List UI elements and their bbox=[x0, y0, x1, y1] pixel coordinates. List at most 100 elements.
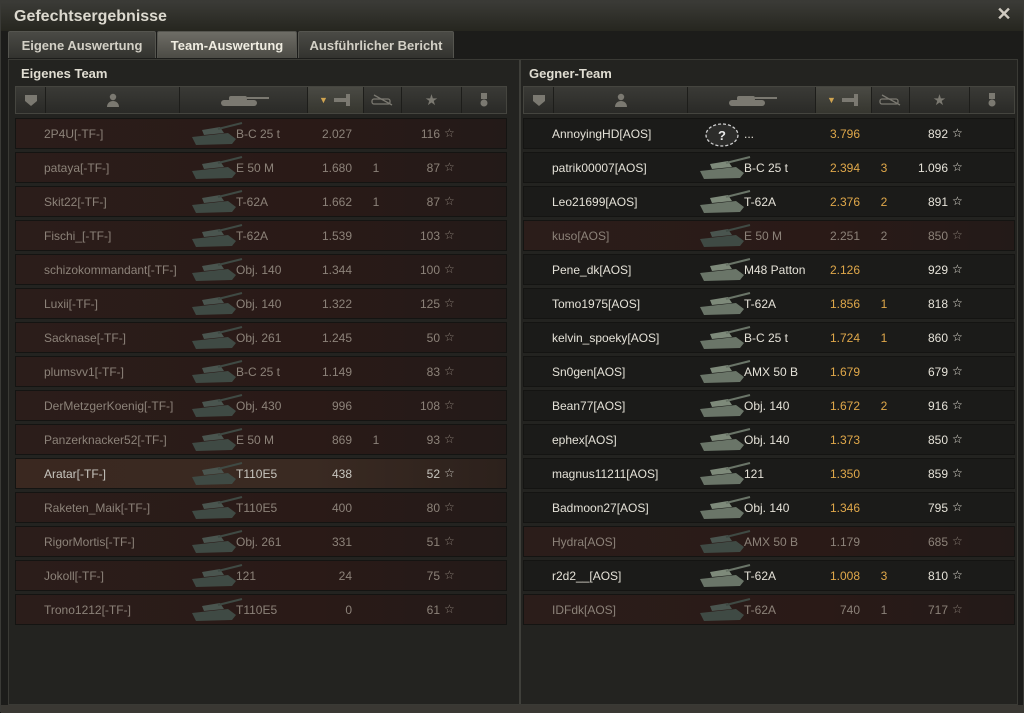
xp-value: 717 bbox=[927, 603, 948, 617]
player-name: Sn0gen[AOS] bbox=[552, 365, 626, 379]
tank-name: T-62A bbox=[236, 229, 269, 243]
player-row[interactable]: schizokommandant[-TF-] Obj. 140 1.344 100 ☆ bbox=[15, 254, 507, 285]
player-row[interactable]: 2P4U[-TF-] B-C 25 t 2.027 116 ☆ bbox=[15, 118, 507, 149]
team-results-content: Eigenes Team ▼ ★ 2P4U[-TF-] B-C 25 t 2.0… bbox=[8, 59, 1018, 705]
tab-ausfuehrlicher-bericht[interactable]: Ausführlicher Bericht bbox=[298, 31, 454, 58]
player-row[interactable]: kuso[AOS] E 50 M 2.251 2 850 ☆ bbox=[523, 220, 1015, 251]
xp-value: 87 bbox=[426, 195, 440, 209]
damage-value: 1.322 bbox=[321, 297, 352, 311]
enemy-team-header: ▼ ★ bbox=[523, 86, 1015, 114]
xp-star-icon: ☆ bbox=[952, 534, 963, 548]
xp-star-icon[interactable]: ★ bbox=[402, 87, 462, 113]
player-name: Luxii[-TF-] bbox=[44, 297, 98, 311]
damage-value: 2.251 bbox=[829, 229, 860, 243]
damage-value: 740 bbox=[839, 603, 860, 617]
player-row[interactable]: Hydra[AOS] AMX 50 B 1.179 685 ☆ bbox=[523, 526, 1015, 557]
xp-star-icon: ☆ bbox=[952, 262, 963, 276]
player-row[interactable]: pataya[-TF-] E 50 M 1.680 1 87 ☆ bbox=[15, 152, 507, 183]
player-name: magnus11211[AOS] bbox=[552, 467, 659, 481]
player-row[interactable]: RigorMortis[-TF-] Obj. 261 331 51 ☆ bbox=[15, 526, 507, 557]
damage-value: 400 bbox=[331, 501, 352, 515]
player-row[interactable]: Bean77[AOS] Obj. 140 1.672 2 916 ☆ bbox=[523, 390, 1015, 421]
player-row[interactable]: kelvin_spoeky[AOS] B-C 25 t 1.724 1 860 ☆ bbox=[523, 322, 1015, 353]
player-row[interactable]: Tomo1975[AOS] T-62A 1.856 1 818 ☆ bbox=[523, 288, 1015, 319]
player-row[interactable]: Aratar[-TF-] T110E5 438 52 ☆ bbox=[15, 458, 507, 489]
player-icon[interactable] bbox=[46, 87, 180, 113]
tab-team-auswertung[interactable]: Team-Auswertung bbox=[157, 31, 297, 58]
kills-value: 3 bbox=[880, 161, 888, 175]
player-name: AnnoyingHD[AOS] bbox=[552, 127, 652, 141]
damage-value: 331 bbox=[331, 535, 352, 549]
player-row[interactable]: Trono1212[-TF-] T110E5 0 61 ☆ bbox=[15, 594, 507, 625]
kills-value: 2 bbox=[880, 195, 888, 209]
player-row[interactable]: Skit22[-TF-] T-62A 1.662 1 87 ☆ bbox=[15, 186, 507, 217]
tank-name: T-62A bbox=[744, 297, 777, 311]
kills-value: 1 bbox=[372, 433, 380, 447]
player-row[interactable]: AnnoyingHD[AOS]?... 3.796 892 ☆ bbox=[523, 118, 1015, 149]
damage-value: 2.027 bbox=[321, 127, 352, 141]
player-row[interactable]: r2d2__[AOS] T-62A 1.008 3 810 ☆ bbox=[523, 560, 1015, 591]
platoon-icon[interactable] bbox=[16, 87, 46, 113]
damage-value: 1.539 bbox=[321, 229, 352, 243]
close-icon[interactable]: ✕ bbox=[995, 5, 1013, 23]
damage-icon[interactable]: ▼ bbox=[816, 87, 872, 113]
player-row[interactable]: Raketen_Maik[-TF-] T110E5 400 80 ☆ bbox=[15, 492, 507, 523]
player-name: kuso[AOS] bbox=[552, 229, 610, 243]
xp-star-icon: ☆ bbox=[952, 602, 963, 616]
player-row[interactable]: patrik00007[AOS] B-C 25 t 2.394 3 1.096 ☆ bbox=[523, 152, 1015, 183]
player-row[interactable]: Fischi_[-TF-] T-62A 1.539 103 ☆ bbox=[15, 220, 507, 251]
xp-value: 850 bbox=[927, 229, 948, 243]
xp-value: 850 bbox=[927, 433, 948, 447]
player-row[interactable]: magnus11211[AOS] 121 1.350 859 ☆ bbox=[523, 458, 1015, 489]
player-row[interactable]: Sn0gen[AOS] AMX 50 B 1.679 679 ☆ bbox=[523, 356, 1015, 387]
player-name: patrik00007[AOS] bbox=[552, 161, 647, 175]
tank-name: T110E5 bbox=[236, 501, 278, 515]
xp-star-icon: ☆ bbox=[952, 500, 963, 514]
player-row[interactable]: Badmoon27[AOS] Obj. 140 1.346 795 ☆ bbox=[523, 492, 1015, 523]
xp-star-icon[interactable]: ★ bbox=[910, 87, 970, 113]
title-bar: Gefechtsergebnisse ✕ bbox=[1, 1, 1023, 31]
player-row[interactable]: plumsvv1[-TF-] B-C 25 t 1.149 83 ☆ bbox=[15, 356, 507, 387]
damage-value: 1.008 bbox=[829, 569, 860, 583]
player-row[interactable]: ephex[AOS] Obj. 140 1.373 850 ☆ bbox=[523, 424, 1015, 455]
medal-icon[interactable] bbox=[970, 87, 1014, 113]
player-row[interactable]: Jokoll[-TF-] 121 24 75 ☆ bbox=[15, 560, 507, 591]
player-row[interactable]: Pene_dk[AOS] M48 Patton 2.126 929 ☆ bbox=[523, 254, 1015, 285]
xp-star-icon: ☆ bbox=[952, 432, 963, 446]
xp-star-icon: ☆ bbox=[444, 568, 455, 582]
damage-value: 438 bbox=[331, 467, 352, 481]
player-name: schizokommandant[-TF-] bbox=[44, 263, 177, 277]
player-row[interactable]: Sacknase[-TF-] Obj. 261 1.245 50 ☆ bbox=[15, 322, 507, 353]
damage-icon[interactable]: ▼ bbox=[308, 87, 364, 113]
tank-name: Obj. 140 bbox=[744, 399, 790, 413]
own-team-header: ▼ ★ bbox=[15, 86, 507, 114]
damage-value: 2.394 bbox=[829, 161, 860, 175]
player-row[interactable]: Luxii[-TF-] Obj. 140 1.322 125 ☆ bbox=[15, 288, 507, 319]
tab-eigene-auswertung[interactable]: Eigene Auswertung bbox=[8, 31, 156, 58]
player-row[interactable]: Panzerknacker52[-TF-] E 50 M 869 1 93 ☆ bbox=[15, 424, 507, 455]
player-name: kelvin_spoeky[AOS] bbox=[552, 331, 660, 345]
tank-icon[interactable] bbox=[688, 87, 816, 113]
player-name: Bean77[AOS] bbox=[552, 399, 626, 413]
xp-star-icon: ☆ bbox=[444, 296, 455, 310]
medal-icon[interactable] bbox=[462, 87, 506, 113]
tank-icon[interactable] bbox=[180, 87, 308, 113]
player-name: Aratar[-TF-] bbox=[44, 467, 106, 481]
player-row[interactable]: Leo21699[AOS] T-62A 2.376 2 891 ☆ bbox=[523, 186, 1015, 217]
platoon-icon[interactable] bbox=[524, 87, 554, 113]
player-row[interactable]: DerMetzgerKoenig[-TF-] Obj. 430 996 108 ☆ bbox=[15, 390, 507, 421]
damage-value: 1.679 bbox=[829, 365, 860, 379]
player-row[interactable]: IDFdk[AOS] T-62A 740 1 717 ☆ bbox=[523, 594, 1015, 625]
tank-name: Obj. 140 bbox=[236, 263, 282, 277]
kills-value: 1 bbox=[880, 331, 888, 345]
xp-value: 125 bbox=[419, 297, 440, 311]
kills-icon[interactable] bbox=[872, 87, 910, 113]
kills-icon[interactable] bbox=[364, 87, 402, 113]
damage-value: 1.373 bbox=[829, 433, 860, 447]
player-icon[interactable] bbox=[554, 87, 688, 113]
tank-name: E 50 M bbox=[236, 433, 275, 447]
xp-star-icon: ☆ bbox=[952, 160, 963, 174]
kills-value: 1 bbox=[372, 195, 380, 209]
xp-star-icon: ☆ bbox=[952, 296, 963, 310]
damage-value: 24 bbox=[338, 569, 352, 583]
